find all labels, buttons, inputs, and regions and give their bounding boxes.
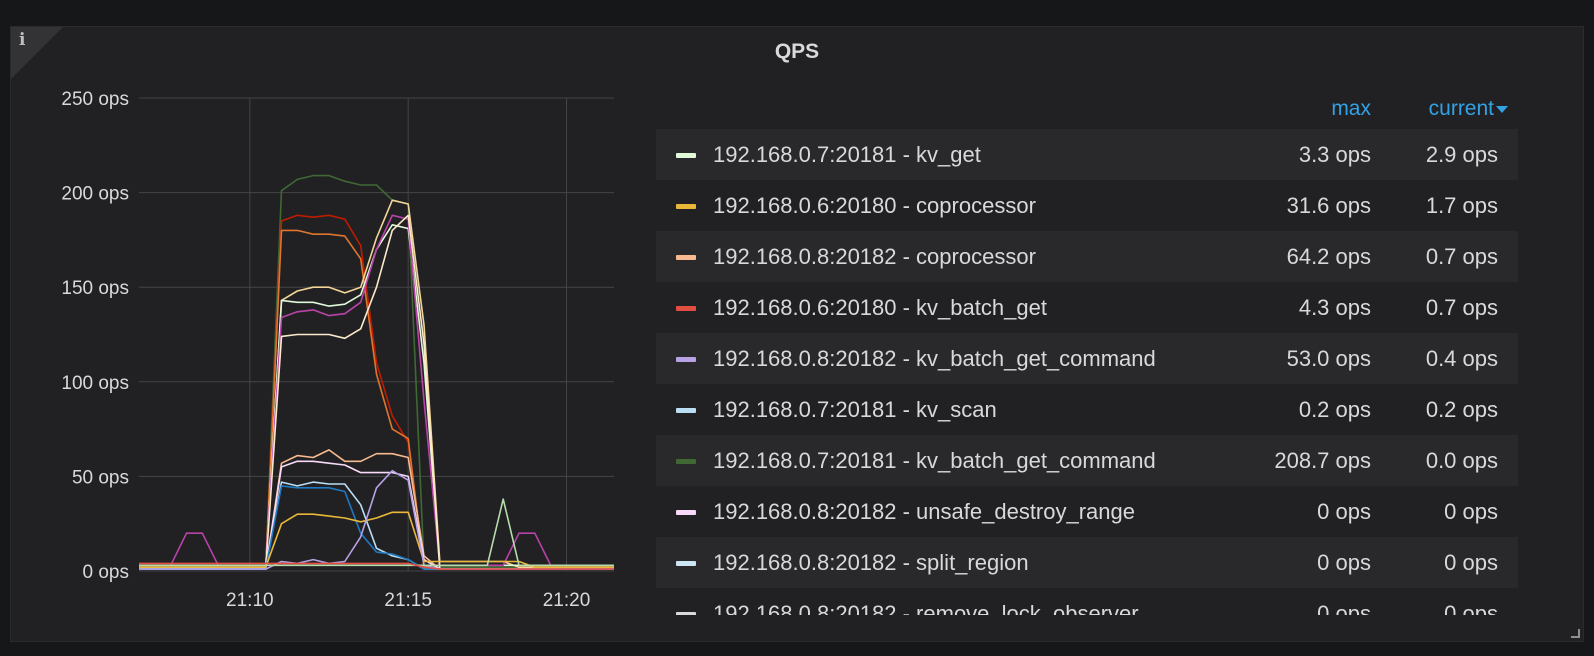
legend-series-name[interactable]: 192.168.0.8:20182 - coprocessor bbox=[713, 231, 1036, 282]
legend-max-value: 31.6 ops bbox=[1286, 193, 1371, 218]
series-line[interactable] bbox=[139, 469, 614, 570]
legend-current-value: 0.0 ops bbox=[1425, 448, 1498, 473]
legend-current-value: 0.7 ops bbox=[1425, 244, 1498, 269]
series-color-swatch[interactable] bbox=[676, 306, 696, 311]
chart-grid bbox=[139, 97, 614, 572]
y-tick-label: 200 ops bbox=[61, 184, 129, 205]
qps-line-chart[interactable]: 0 ops50 ops100 ops150 ops200 ops250 ops … bbox=[11, 27, 631, 627]
legend-max-value: 4.3 ops bbox=[1298, 295, 1371, 320]
series-line[interactable] bbox=[139, 485, 614, 570]
legend-current-value: 1.7 ops bbox=[1425, 193, 1498, 218]
qps-panel: i QPS 0 ops 50 ops 100 ops 150 ops 200 ops 25… bbox=[10, 26, 1584, 642]
series-line[interactable] bbox=[139, 214, 614, 570]
legend-max-value: 208.7 ops bbox=[1274, 448, 1371, 473]
series-line[interactable] bbox=[139, 498, 614, 567]
legend-row[interactable]: 192.168.0.7:20181 - kv_scan 0.2 ops 0.2 op… bbox=[656, 384, 1518, 435]
series-color-swatch[interactable] bbox=[676, 255, 696, 260]
series-line[interactable] bbox=[139, 224, 614, 569]
y-tick-label: 150 ops bbox=[61, 278, 129, 299]
legend-sort-current[interactable]: current bbox=[1429, 97, 1508, 121]
series-line[interactable] bbox=[139, 199, 614, 569]
legend-series-name[interactable]: 192.168.0.7:20181 - kv_batch_get_command bbox=[713, 435, 1156, 486]
y-tick-label: 50 ops bbox=[72, 467, 129, 488]
top-bar bbox=[0, 0, 1594, 24]
legend-row[interactable]: 192.168.0.7:20181 - kv_batch_get_command… bbox=[656, 435, 1518, 486]
x-tick-label: 21:15 bbox=[384, 590, 432, 611]
legend-max-value: 0 ops bbox=[1317, 499, 1371, 524]
series-line[interactable] bbox=[139, 511, 614, 569]
series-color-swatch[interactable] bbox=[676, 612, 696, 615]
y-tick-label: 0 ops bbox=[83, 562, 129, 583]
legend-current-value: 0 ops bbox=[1444, 550, 1498, 575]
legend-row[interactable]: 192.168.0.6:20180 - kv_batch_get 4.3 ops 0… bbox=[656, 282, 1518, 333]
y-tick-label: 250 ops bbox=[61, 89, 129, 110]
legend-current-value: 0 ops bbox=[1444, 499, 1498, 524]
legend-current-value: 0.7 ops bbox=[1425, 295, 1498, 320]
legend-row[interactable]: 192.168.0.8:20182 - split_region 0 ops 0 o… bbox=[656, 537, 1518, 588]
legend-sort-max[interactable]: max bbox=[1331, 97, 1371, 121]
legend-series-name[interactable]: 192.168.0.6:20180 - kv_batch_get bbox=[713, 282, 1047, 333]
legend-current-value: 2.9 ops bbox=[1425, 142, 1498, 167]
series-line[interactable] bbox=[139, 481, 614, 570]
legend-current-value: 0.4 ops bbox=[1425, 346, 1498, 371]
series-line[interactable] bbox=[139, 460, 614, 570]
legend-max-value: 64.2 ops bbox=[1286, 244, 1371, 269]
legend-row[interactable]: 192.168.0.8:20182 - unsafe_destroy_range… bbox=[656, 486, 1518, 537]
chart-series bbox=[139, 174, 614, 570]
legend-current-value: 0.2 ops bbox=[1425, 397, 1498, 422]
legend-max-value: 0 ops bbox=[1317, 601, 1371, 615]
series-color-swatch[interactable] bbox=[676, 153, 696, 158]
legend-series-name[interactable]: 192.168.0.8:20182 - unsafe_destroy_range bbox=[713, 486, 1135, 537]
series-color-swatch[interactable] bbox=[676, 510, 696, 515]
series-color-swatch[interactable] bbox=[676, 459, 696, 464]
legend-max-value: 3.3 ops bbox=[1298, 142, 1371, 167]
legend-max-value: 0 ops bbox=[1317, 550, 1371, 575]
x-tick-label: 21:20 bbox=[543, 590, 591, 611]
legend-series-name[interactable]: 192.168.0.6:20180 - coprocessor bbox=[713, 180, 1036, 231]
x-axis: 21:10 21:15 21:20 bbox=[226, 590, 590, 611]
series-line[interactable] bbox=[139, 562, 614, 570]
legend-series-name[interactable]: 192.168.0.8:20182 - kv_batch_get_command bbox=[713, 333, 1156, 384]
y-tick-label: 100 ops bbox=[61, 373, 129, 394]
series-line[interactable] bbox=[139, 214, 614, 567]
series-color-swatch[interactable] bbox=[676, 204, 696, 209]
legend-series-name[interactable]: 192.168.0.7:20181 - kv_scan bbox=[713, 384, 997, 435]
legend-max-value: 0.2 ops bbox=[1298, 397, 1371, 422]
legend-table: max current 192.168.0.7:20181 - kv_get 3.… bbox=[656, 85, 1518, 615]
legend-header: max current bbox=[656, 85, 1518, 129]
series-color-swatch[interactable] bbox=[676, 408, 696, 413]
legend-series-name[interactable]: 192.168.0.7:20181 - kv_get bbox=[713, 129, 981, 180]
legend-max-value: 53.0 ops bbox=[1286, 346, 1371, 371]
series-color-swatch[interactable] bbox=[676, 357, 696, 362]
legend-series-name[interactable]: 192.168.0.8:20182 - remove_lock_observer bbox=[713, 588, 1139, 615]
series-line[interactable] bbox=[139, 214, 614, 570]
panel-resize-handle-icon[interactable] bbox=[1571, 629, 1580, 638]
sort-desc-caret-icon bbox=[1496, 105, 1508, 113]
legend-row[interactable]: 192.168.0.8:20182 - coprocessor 64.2 ops 0… bbox=[656, 231, 1518, 282]
legend-current-value: 0 ops bbox=[1444, 601, 1498, 615]
series-color-swatch[interactable] bbox=[676, 561, 696, 566]
x-tick-label: 21:10 bbox=[226, 590, 274, 611]
legend-series-name[interactable]: 192.168.0.8:20182 - split_region bbox=[713, 537, 1029, 588]
legend-row[interactable]: 192.168.0.7:20181 - kv_get 3.3 ops 2.9 ops bbox=[656, 129, 1518, 180]
legend-sort-current-label: current bbox=[1428, 97, 1494, 120]
legend-row[interactable]: 192.168.0.6:20180 - coprocessor 31.6 ops 1… bbox=[656, 180, 1518, 231]
legend-rows: 192.168.0.7:20181 - kv_get 3.3 ops 2.9 ops… bbox=[656, 129, 1518, 615]
legend-row[interactable]: 192.168.0.8:20182 - remove_lock_observer… bbox=[656, 588, 1518, 615]
y-axis: 0 ops 50 ops 100 ops 150 ops 200 ops 250 ops bbox=[61, 89, 129, 583]
legend-row[interactable]: 192.168.0.8:20182 - kv_batch_get_command… bbox=[656, 333, 1518, 384]
